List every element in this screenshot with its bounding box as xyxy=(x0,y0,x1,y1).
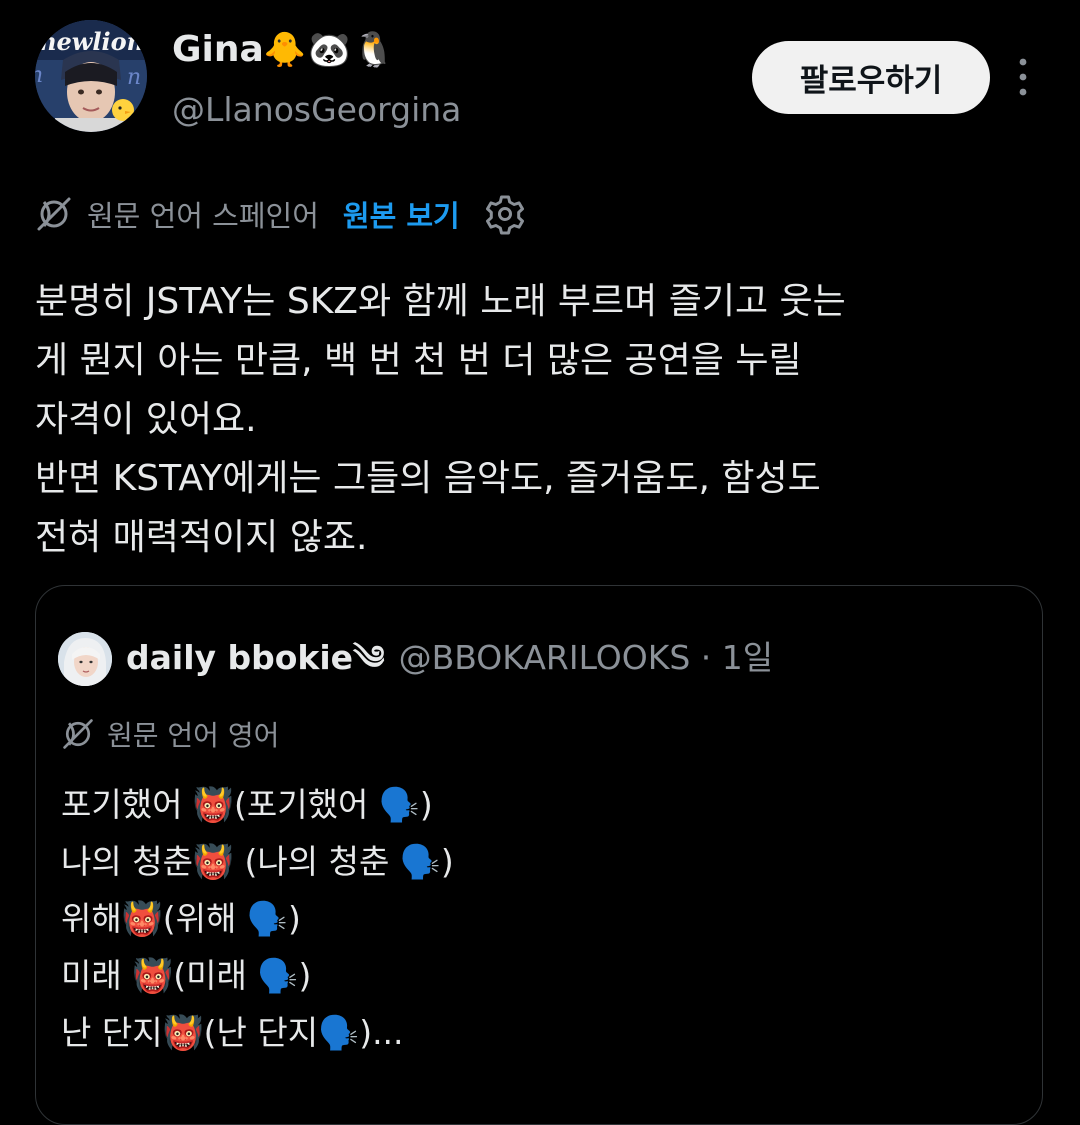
quoted-author-avatar[interactable] xyxy=(58,632,112,686)
show-original-link[interactable]: 원본 보기 xyxy=(343,193,460,235)
svg-text:n: n xyxy=(35,63,43,88)
follow-button[interactable]: 팔로우하기 xyxy=(752,41,990,114)
quoted-text-line: 포기했어 👹(포기했어 🗣️) xyxy=(61,785,433,824)
tweet-text: 분명히 JSTAY는 SKZ와 함께 노래 부르며 즐기고 웃는 게 뭔지 아는… xyxy=(35,272,1045,567)
tweet-text-line: 자격이 있어요. xyxy=(35,399,257,440)
tweet-text-line: 전혀 매력적이지 않죠. xyxy=(35,517,368,558)
quoted-translation-row: 원문 언어 영어 xyxy=(61,714,279,754)
tweet-text-line: 게 뭔지 아는 만큼, 백 번 천 번 더 많은 공연을 누릴 xyxy=(35,340,802,381)
svg-text:n: n xyxy=(127,65,141,90)
quoted-tweet-card[interactable]: daily bbokie༄ @BBOKARILOOKS · 1일 원문 언어 영어… xyxy=(35,585,1043,1125)
author-handle[interactable]: @LlanosGeorgina xyxy=(172,88,461,132)
quoted-tweet-header: daily bbokie༄ @BBOKARILOOKS · 1일 xyxy=(126,634,773,682)
author-avatar[interactable]: newlion n n xyxy=(35,20,147,132)
translate-globe-icon xyxy=(37,197,71,231)
quoted-text-line: 위해👹(위해 🗣️) xyxy=(61,899,301,938)
more-vertical-icon[interactable] xyxy=(1010,56,1036,98)
translation-row: 원문 언어 스페인어 원본 보기 xyxy=(35,190,526,238)
quoted-source-language-label: 원문 언어 영어 xyxy=(107,719,280,752)
quoted-avatar-image xyxy=(58,632,112,686)
tweet-text-line: 분명히 JSTAY는 SKZ와 함께 노래 부르며 즐기고 웃는 xyxy=(35,281,846,322)
quoted-text-line: 나의 청춘👹 (나의 청춘 🗣️) xyxy=(61,842,454,881)
author-display-name: Gina xyxy=(172,29,264,70)
translate-globe-icon xyxy=(63,719,93,749)
author-name[interactable]: Gina🐥🐼🐧 xyxy=(172,28,397,72)
quoted-author-handle-time: @BBOKARILOOKS · 1일 xyxy=(398,638,774,677)
quoted-author-name[interactable]: daily bbokie༄ xyxy=(126,638,385,677)
avatar-image: newlion n n xyxy=(35,20,147,132)
quoted-text-line: 미래 👹(미래 🗣️) xyxy=(61,956,312,995)
quoted-text-line: 난 단지👹(난 단지🗣️)... xyxy=(61,1013,404,1052)
author-name-emojis: 🐥🐼🐧 xyxy=(263,30,397,70)
source-language-label: 원문 언어 스페인어 xyxy=(87,199,319,233)
quoted-tweet-text: 포기했어 👹(포기했어 🗣️) 나의 청춘👹 (나의 청춘 🗣️) 위해👹(위해… xyxy=(61,776,454,1061)
gear-icon[interactable] xyxy=(484,193,526,235)
tweet-text-line: 반면 KSTAY에게는 그들의 음악도, 즐거움도, 함성도 xyxy=(35,458,821,499)
